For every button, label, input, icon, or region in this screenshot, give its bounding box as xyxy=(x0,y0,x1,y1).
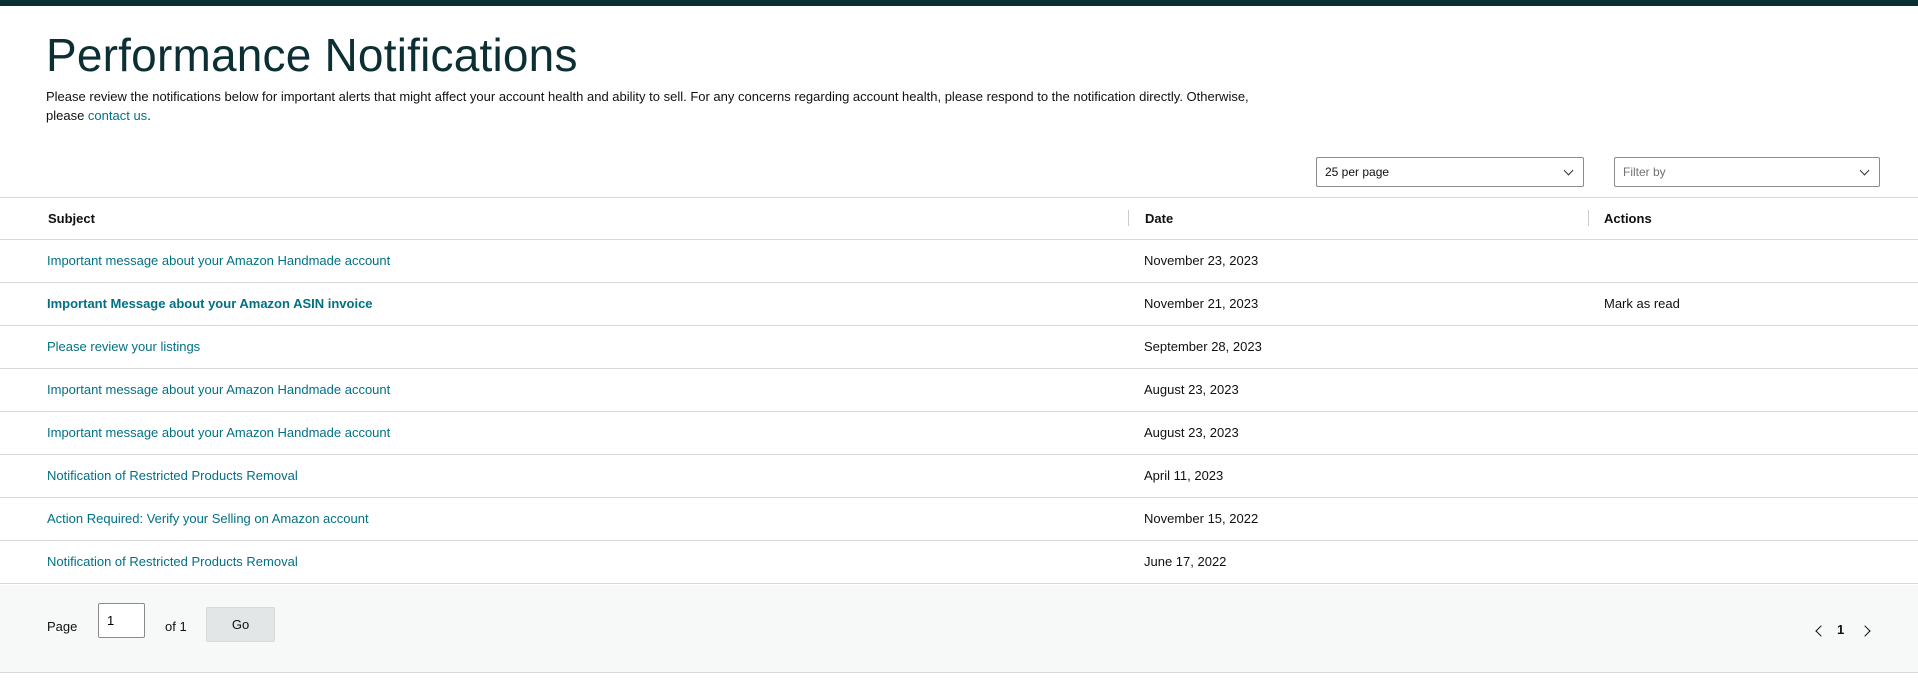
notification-date: November 23, 2023 xyxy=(1144,253,1259,268)
per-page-value: 25 per page xyxy=(1325,165,1390,179)
notification-date: August 23, 2023 xyxy=(1144,425,1239,440)
notification-date: November 21, 2023 xyxy=(1144,296,1259,311)
table-row: Important message about your Amazon Hand… xyxy=(0,412,1918,455)
current-page-number[interactable]: 1 xyxy=(1837,622,1844,637)
notification-subject-link[interactable]: Important Message about your Amazon ASIN… xyxy=(47,283,373,325)
column-divider xyxy=(1588,210,1589,226)
chevron-down-icon xyxy=(1563,165,1574,176)
table-row: Please review your listings September 28… xyxy=(0,326,1918,369)
chevron-left-icon[interactable] xyxy=(1815,625,1827,637)
column-header-date[interactable]: Date xyxy=(1145,198,1173,240)
chevron-down-icon xyxy=(1859,165,1870,176)
notification-subject-link[interactable]: Action Required: Verify your Selling on … xyxy=(47,498,369,540)
notification-subject-link[interactable]: Notification of Restricted Products Remo… xyxy=(47,455,298,497)
go-button[interactable]: Go xyxy=(206,607,275,642)
page-number-input[interactable] xyxy=(98,603,145,638)
notification-subject-link[interactable]: Important message about your Amazon Hand… xyxy=(47,369,390,411)
column-divider xyxy=(1128,210,1129,226)
notification-date: August 23, 2023 xyxy=(1144,382,1239,397)
page-total-label: of 1 xyxy=(165,619,187,634)
table-row: Notification of Restricted Products Remo… xyxy=(0,455,1918,498)
chevron-right-icon[interactable] xyxy=(1859,625,1871,637)
column-header-subject[interactable]: Subject xyxy=(48,198,95,240)
notification-subject-link[interactable]: Important message about your Amazon Hand… xyxy=(47,240,390,282)
notification-date: June 17, 2022 xyxy=(1144,554,1227,569)
filter-by-select[interactable]: Filter by xyxy=(1614,157,1880,187)
pagination-footer: Page of 1 Go 1 xyxy=(0,585,1918,673)
notification-date: September 28, 2023 xyxy=(1144,339,1262,354)
page-title: Performance Notifications xyxy=(46,29,578,81)
mark-as-read-button[interactable]: Mark as read xyxy=(1604,283,1680,325)
notification-subject-link[interactable]: Please review your listings xyxy=(47,326,200,368)
notification-date: November 15, 2022 xyxy=(1144,511,1259,526)
filter-placeholder: Filter by xyxy=(1623,165,1666,179)
table-row: Action Required: Verify your Selling on … xyxy=(0,498,1918,541)
page-label: Page xyxy=(47,619,78,634)
table-row: Important Message about your Amazon ASIN… xyxy=(0,283,1918,326)
per-page-select[interactable]: 25 per page xyxy=(1316,157,1584,187)
table-header-row: Subject Date Actions xyxy=(0,197,1918,240)
notifications-table: Subject Date Actions Important message a… xyxy=(0,197,1918,584)
table-row: Notification of Restricted Products Remo… xyxy=(0,541,1918,584)
description-text: Please review the notifications below fo… xyxy=(46,89,1249,123)
top-accent-bar xyxy=(0,0,1918,6)
notification-subject-link[interactable]: Notification of Restricted Products Remo… xyxy=(47,541,298,583)
table-row: Important message about your Amazon Hand… xyxy=(0,240,1918,283)
contact-us-link[interactable]: contact us xyxy=(88,108,147,123)
table-row: Important message about your Amazon Hand… xyxy=(0,369,1918,412)
notification-subject-link[interactable]: Important message about your Amazon Hand… xyxy=(47,412,390,454)
column-header-actions: Actions xyxy=(1604,211,1652,226)
page-description: Please review the notifications below fo… xyxy=(46,88,1286,125)
notification-date: April 11, 2023 xyxy=(1144,468,1224,483)
description-end: . xyxy=(147,107,151,123)
